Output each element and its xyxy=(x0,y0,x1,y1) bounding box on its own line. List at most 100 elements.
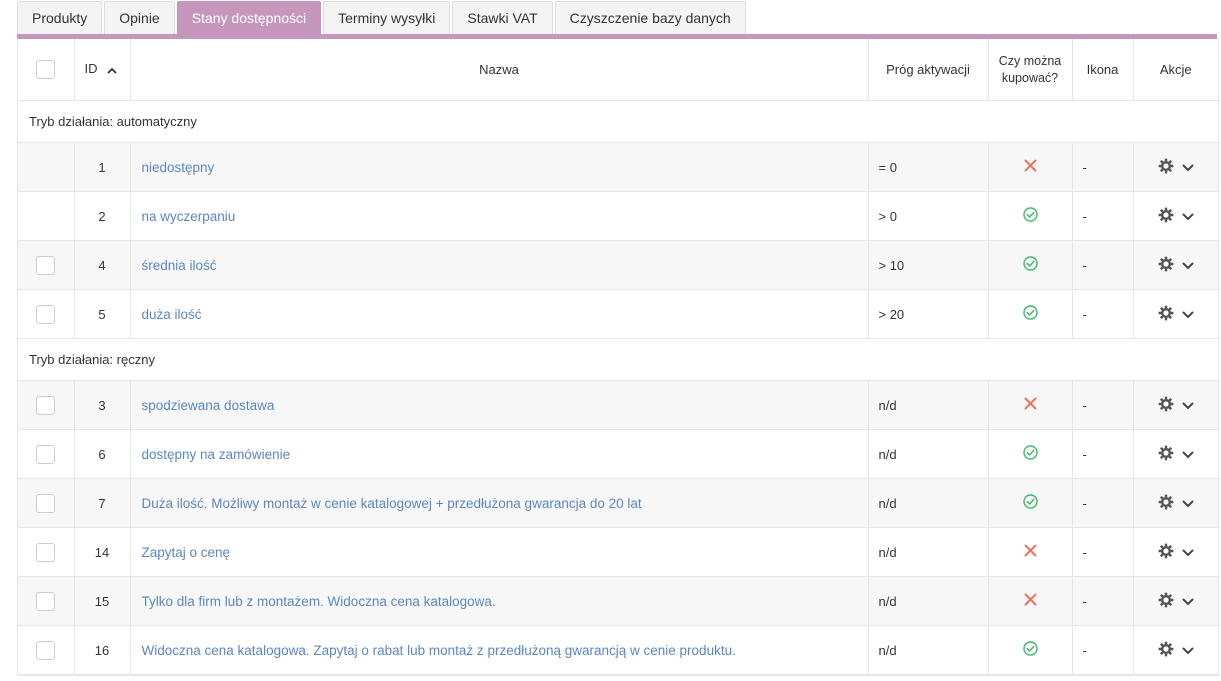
row-actions-cell xyxy=(1133,289,1218,339)
check-circle-icon xyxy=(1022,641,1038,659)
row-id: 3 xyxy=(74,380,131,430)
row-icon: - xyxy=(1072,478,1134,528)
gear-icon[interactable] xyxy=(1158,445,1174,464)
table-row: 1 niedostępny = 0 - xyxy=(18,142,1218,192)
row-name-link[interactable]: Zapytaj o cenę xyxy=(142,545,231,560)
icon-header-label: Ikona xyxy=(1086,62,1119,77)
chevron-down-icon[interactable] xyxy=(1182,258,1194,273)
gear-icon[interactable] xyxy=(1158,592,1174,611)
row-id: 7 xyxy=(74,478,131,528)
threshold-column-header: Próg aktywacji xyxy=(868,39,989,101)
row-actions-cell xyxy=(1133,478,1218,528)
row-threshold: n/d xyxy=(868,478,989,528)
gear-icon[interactable] xyxy=(1158,305,1174,324)
table-row: 15 Tylko dla firm lub z montażem. Widoczn… xyxy=(18,576,1218,626)
row-select-cell xyxy=(18,625,75,675)
row-name-link[interactable]: Tylko dla firm lub z montażem. Widoczna … xyxy=(142,594,496,609)
row-buyable-cell xyxy=(988,527,1073,577)
row-icon: - xyxy=(1072,142,1134,192)
chevron-down-icon[interactable] xyxy=(1182,545,1194,560)
row-checkbox[interactable] xyxy=(36,444,56,464)
chevron-down-icon[interactable] xyxy=(1182,209,1194,224)
row-checkbox[interactable] xyxy=(36,304,56,324)
row-threshold: > 20 xyxy=(868,289,989,339)
row-name-link[interactable]: Widoczna cena katalogowa. Zapytaj o raba… xyxy=(142,643,736,658)
row-threshold: n/d xyxy=(868,625,989,675)
row-name-link[interactable]: spodziewana dostawa xyxy=(142,398,275,413)
table-row: 14 Zapytaj o cenę n/d - xyxy=(18,527,1218,577)
row-threshold: > 10 xyxy=(868,240,989,290)
gear-icon[interactable] xyxy=(1158,207,1174,226)
chevron-down-icon[interactable] xyxy=(1182,594,1194,609)
row-threshold: = 0 xyxy=(868,142,989,192)
tab-3[interactable]: Terminy wysyłki xyxy=(323,1,451,34)
table-row: 7 Duża ilość. Możliwy montaż w cenie kata… xyxy=(18,478,1218,528)
row-name-cell: Tylko dla firm lub z montażem. Widoczna … xyxy=(130,576,869,626)
chevron-down-icon[interactable] xyxy=(1182,496,1194,511)
row-select-cell xyxy=(18,527,75,577)
row-name-link[interactable]: Duża ilość. Możliwy montaż w cenie katal… xyxy=(142,496,642,511)
actions-header-label: Akcje xyxy=(1159,62,1192,77)
tab-5[interactable]: Czyszczenie bazy danych xyxy=(554,1,746,34)
row-name-link[interactable]: na wyczerpaniu xyxy=(142,209,236,224)
row-name-link[interactable]: dostępny na zamówienie xyxy=(142,447,291,462)
row-actions-cell xyxy=(1133,576,1218,626)
gear-icon[interactable] xyxy=(1158,256,1174,275)
row-icon: - xyxy=(1072,576,1134,626)
gear-icon[interactable] xyxy=(1158,543,1174,562)
row-icon: - xyxy=(1072,191,1134,241)
cross-icon xyxy=(1024,544,1037,560)
row-checkbox[interactable] xyxy=(36,542,56,562)
gear-icon[interactable] xyxy=(1158,396,1174,415)
chevron-down-icon[interactable] xyxy=(1182,643,1194,658)
table-row: 16 Widoczna cena katalogowa. Zapytaj o ra… xyxy=(18,625,1218,675)
row-checkbox[interactable] xyxy=(36,255,56,275)
chevron-down-icon[interactable] xyxy=(1182,307,1194,322)
row-checkbox[interactable] xyxy=(36,395,56,415)
row-id: 5 xyxy=(74,289,131,339)
row-buyable-cell xyxy=(988,478,1073,528)
row-select-cell xyxy=(18,429,75,479)
row-buyable-cell xyxy=(988,142,1073,192)
row-actions-cell xyxy=(1133,142,1218,192)
row-checkbox[interactable] xyxy=(36,591,56,611)
chevron-down-icon[interactable] xyxy=(1182,398,1194,413)
row-buyable-cell xyxy=(988,625,1073,675)
cross-icon xyxy=(1024,593,1037,609)
name-header-label: Nazwa xyxy=(479,62,519,77)
sort-ascending-icon xyxy=(107,63,117,78)
select-all-checkbox[interactable] xyxy=(36,60,56,79)
row-id: 2 xyxy=(74,191,131,241)
row-actions-cell xyxy=(1133,240,1218,290)
row-actions-cell xyxy=(1133,429,1218,479)
buyable-header-line2: kupować? xyxy=(1001,70,1059,85)
row-name-link[interactable]: średnia ilość xyxy=(142,258,217,273)
chevron-down-icon[interactable] xyxy=(1182,447,1194,462)
table-row: 6 dostępny na zamówienie n/d - xyxy=(18,429,1218,479)
row-select-cell xyxy=(18,142,75,192)
table-row: 5 duża ilość > 20 - xyxy=(18,289,1218,339)
row-checkbox[interactable] xyxy=(36,493,56,513)
tab-0[interactable]: Produkty xyxy=(17,1,103,34)
chevron-down-icon[interactable] xyxy=(1182,160,1194,175)
row-buyable-cell xyxy=(988,289,1073,339)
row-name-cell: dostępny na zamówienie xyxy=(130,429,869,479)
tab-4[interactable]: Stawki VAT xyxy=(452,1,553,34)
actions-column-header: Akcje xyxy=(1133,39,1218,101)
row-id: 6 xyxy=(74,429,131,479)
row-select-cell xyxy=(18,191,75,241)
gear-icon[interactable] xyxy=(1158,641,1174,660)
group-title: Tryb działania: ręczny xyxy=(18,338,1218,381)
row-select-cell xyxy=(18,240,75,290)
tab-1[interactable]: Opinie xyxy=(104,1,175,34)
id-column-header[interactable]: ID xyxy=(74,39,131,101)
row-threshold: > 0 xyxy=(868,191,989,241)
tab-2[interactable]: Stany dostępności xyxy=(176,1,322,34)
row-icon: - xyxy=(1072,527,1134,577)
row-name-link[interactable]: duża ilość xyxy=(142,307,202,322)
gear-icon[interactable] xyxy=(1158,494,1174,513)
gear-icon[interactable] xyxy=(1158,158,1174,177)
row-checkbox[interactable] xyxy=(36,640,56,660)
row-threshold: n/d xyxy=(868,576,989,626)
row-name-link[interactable]: niedostępny xyxy=(142,160,215,175)
